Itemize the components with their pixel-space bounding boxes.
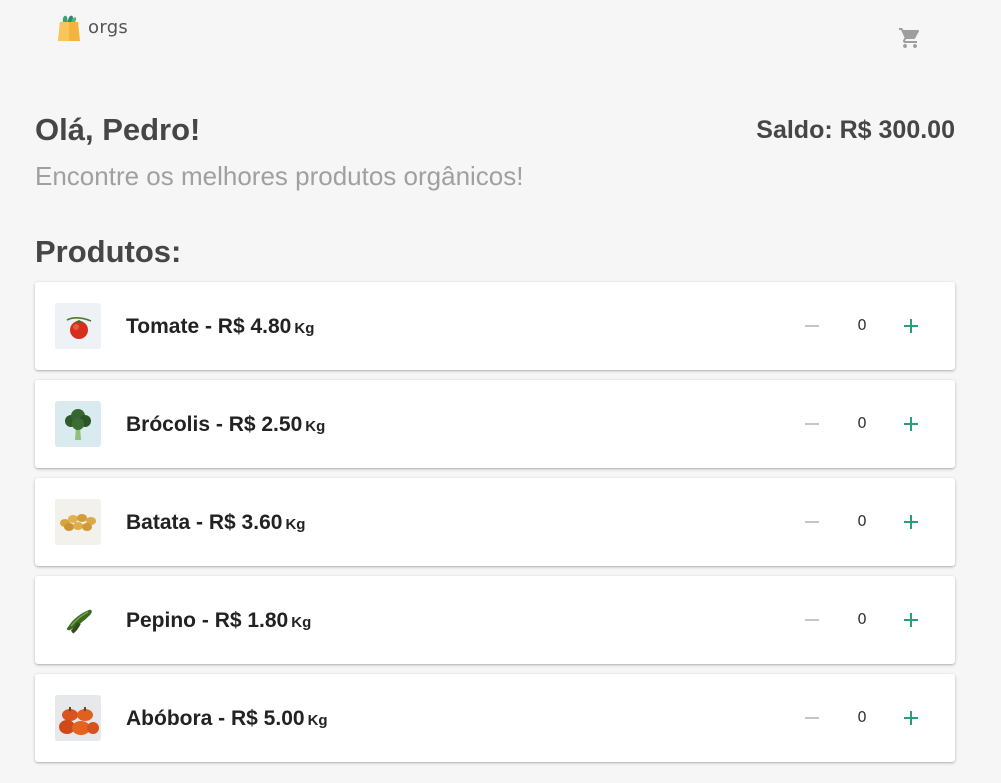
plus-button[interactable]: [899, 510, 923, 534]
quantity-stepper: 0: [795, 308, 935, 344]
product-name: Brócolis - R$ 2.50 Kg: [126, 413, 326, 436]
product-card: Tomate - R$ 4.80 Kg 0: [35, 282, 955, 370]
shopping-bag-icon: [56, 12, 82, 42]
quantity-value: 0: [857, 414, 867, 432]
product-name: Pepino - R$ 1.80 Kg: [126, 609, 312, 632]
section-title: Produtos:: [35, 234, 182, 269]
minus-button[interactable]: [800, 608, 824, 632]
unit-label: Kg: [291, 614, 312, 631]
quantity-value: 0: [857, 512, 867, 530]
product-card: Batata - R$ 3.60 Kg 0: [35, 478, 955, 566]
plus-button[interactable]: [899, 412, 923, 436]
quantity-stepper: 0: [795, 406, 935, 442]
minus-button[interactable]: [800, 510, 824, 534]
product-name: Tomate - R$ 4.80 Kg: [126, 315, 315, 338]
quantity-value: 0: [857, 610, 867, 628]
quantity-value: 0: [857, 316, 867, 334]
unit-label: Kg: [305, 418, 326, 435]
balance: Saldo: R$ 300.00: [756, 116, 955, 144]
tomato-image: [55, 303, 101, 349]
cucumber-image: [55, 597, 101, 643]
quantity-stepper: 0: [795, 602, 935, 638]
subtitle: Encontre os melhores produtos orgânicos!: [35, 161, 524, 191]
greeting: Olá, Pedro!: [35, 112, 201, 147]
unit-label: Kg: [307, 712, 328, 729]
cart-icon[interactable]: [898, 26, 922, 50]
quantity-stepper: 0: [795, 700, 935, 736]
plus-button[interactable]: [899, 706, 923, 730]
minus-button[interactable]: [800, 314, 824, 338]
product-list: Tomate - R$ 4.80 Kg 0 Brócolis - R$ 2.50…: [35, 282, 955, 772]
quantity-value: 0: [857, 708, 867, 726]
pumpkin-image: [55, 695, 101, 741]
product-card: Abóbora - R$ 5.00 Kg 0: [35, 674, 955, 762]
unit-label: Kg: [285, 516, 306, 533]
quantity-stepper: 0: [795, 504, 935, 540]
unit-label: Kg: [294, 320, 315, 337]
product-card: Pepino - R$ 1.80 Kg 0: [35, 576, 955, 664]
plus-button[interactable]: [899, 314, 923, 338]
potato-image: [55, 499, 101, 545]
product-name: Abóbora - R$ 5.00 Kg: [126, 707, 328, 730]
logo-text: orgs: [88, 16, 129, 38]
broccoli-image: [55, 401, 101, 447]
logo[interactable]: orgs: [56, 12, 128, 42]
plus-button[interactable]: [899, 608, 923, 632]
top-bar: orgs: [0, 0, 1001, 60]
product-card: Brócolis - R$ 2.50 Kg 0: [35, 380, 955, 468]
minus-button[interactable]: [800, 706, 824, 730]
minus-button[interactable]: [800, 412, 824, 436]
product-name: Batata - R$ 3.60 Kg: [126, 511, 306, 534]
